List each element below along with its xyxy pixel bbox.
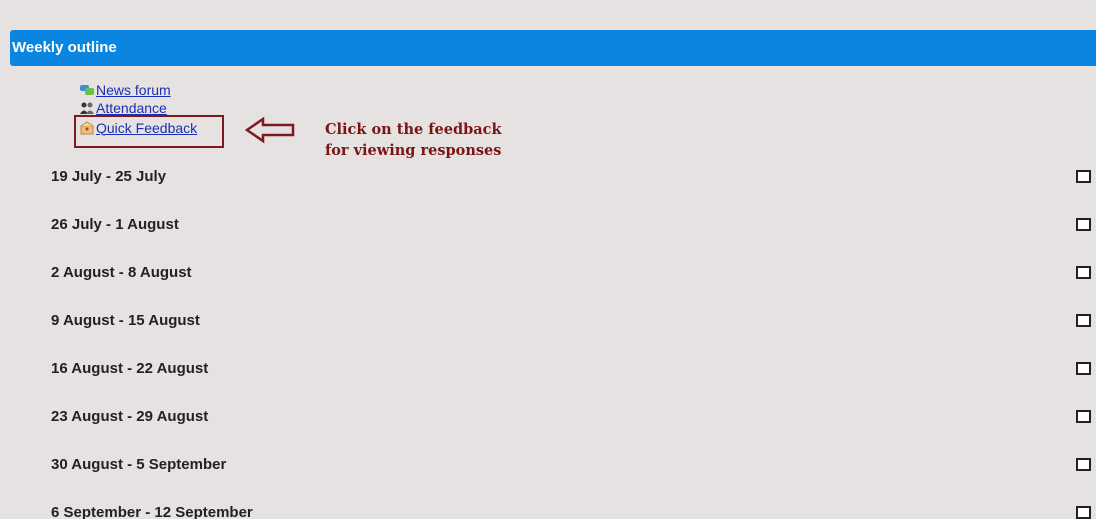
- attendance-link[interactable]: Attendance: [96, 100, 167, 116]
- week-title: 23 August - 29 August: [51, 408, 209, 425]
- week-checkbox[interactable]: [1076, 218, 1091, 231]
- week-checkbox[interactable]: [1076, 410, 1091, 423]
- section-title: Weekly outline: [12, 39, 117, 56]
- week-title: 9 August - 15 August: [51, 312, 200, 329]
- week-title: 16 August - 22 August: [51, 360, 209, 377]
- week-title: 2 August - 8 August: [51, 264, 192, 281]
- annotation-text: Click on the feedback for viewing respon…: [325, 119, 502, 161]
- week-checkbox[interactable]: [1076, 266, 1091, 279]
- week-title: 30 August - 5 September: [51, 456, 227, 473]
- week-title: 6 September - 12 September: [51, 504, 253, 519]
- week-checkbox[interactable]: [1076, 314, 1091, 327]
- week-checkbox[interactable]: [1076, 458, 1091, 471]
- annotation-line-1: Click on the feedback: [325, 121, 502, 138]
- week-checkbox[interactable]: [1076, 506, 1091, 519]
- annotation-line-2: for viewing responses: [325, 142, 502, 159]
- news-forum-link[interactable]: News forum: [96, 82, 171, 98]
- week-title: 19 July - 25 July: [51, 168, 167, 185]
- activity-news-forum[interactable]: News forum: [79, 82, 171, 98]
- week-title: 26 July - 1 August: [51, 216, 179, 233]
- highlight-box: [74, 115, 224, 148]
- left-arrow-icon: [245, 116, 295, 144]
- activity-attendance[interactable]: Attendance: [79, 100, 167, 116]
- attendance-icon: [79, 101, 95, 115]
- section-header: Weekly outline: [10, 30, 1096, 66]
- week-checkbox[interactable]: [1076, 362, 1091, 375]
- forum-icon: [79, 83, 95, 97]
- week-checkbox[interactable]: [1076, 170, 1091, 183]
- course-page: Weekly outline News forum Attendance Qui…: [0, 0, 1096, 519]
